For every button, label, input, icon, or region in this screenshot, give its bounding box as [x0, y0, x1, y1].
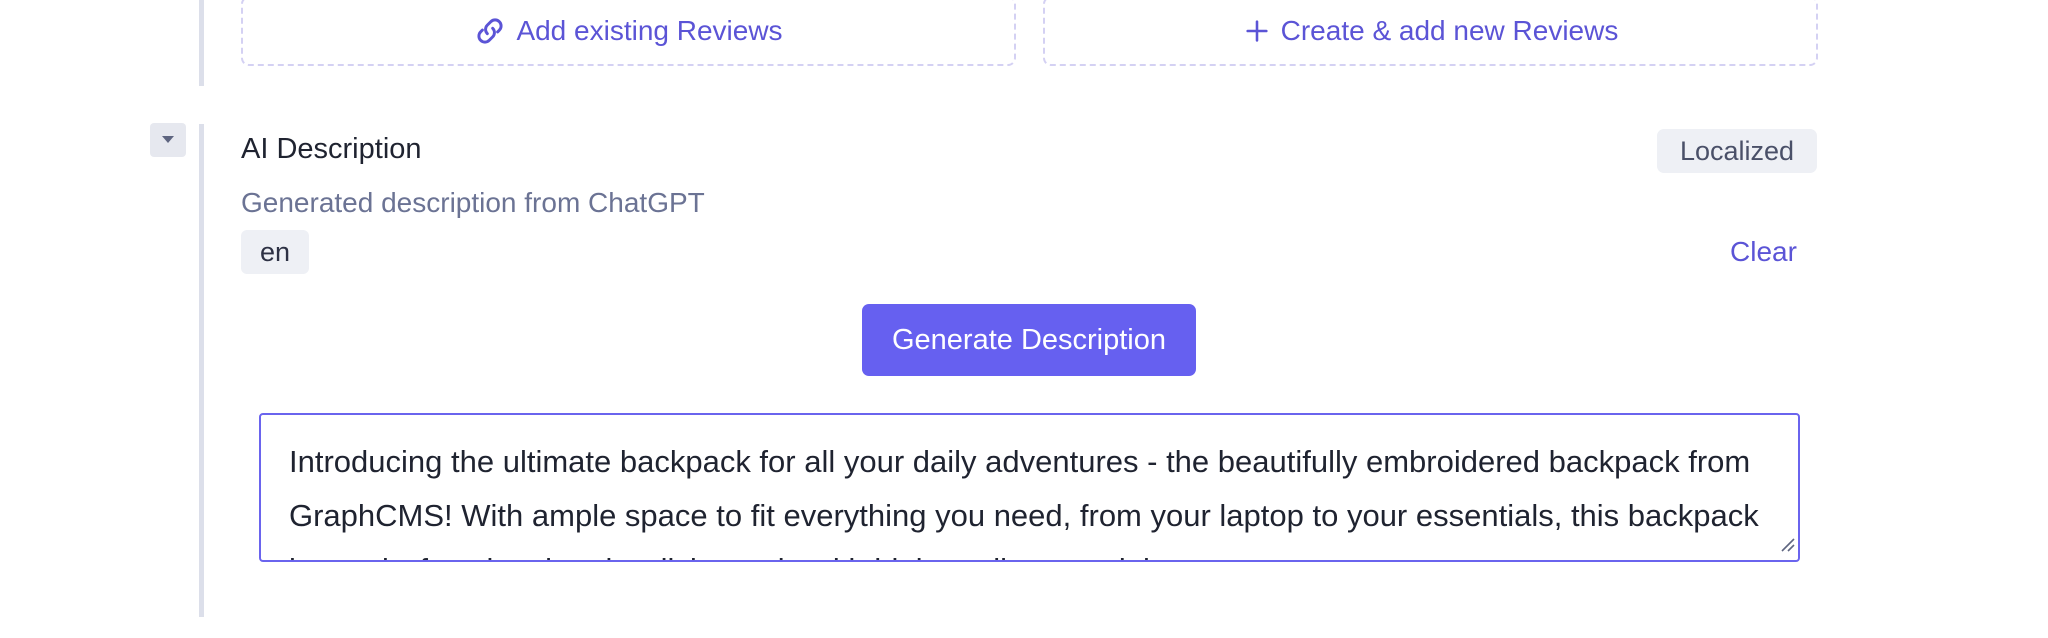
caret-down-icon [161, 131, 175, 149]
generate-description-button[interactable]: Generate Description [862, 304, 1196, 376]
section-left-border-top [199, 0, 204, 86]
plus-icon [1243, 17, 1271, 45]
add-existing-reviews-label: Add existing Reviews [516, 15, 783, 46]
description-textarea[interactable]: Introducing the ultimate backpack for al… [259, 413, 1800, 562]
collapse-field-button[interactable] [150, 123, 186, 157]
link-icon [474, 15, 506, 47]
field-description: Generated description from ChatGPT [241, 187, 705, 218]
field-title: AI Description [241, 133, 422, 165]
locale-badge: en [241, 230, 309, 274]
description-textarea-value: Introducing the ultimate backpack for al… [289, 444, 1759, 560]
section-left-border [199, 124, 204, 617]
localized-badge: Localized [1657, 129, 1817, 173]
create-new-reviews-label: Create & add new Reviews [1280, 15, 1619, 46]
create-new-reviews-button[interactable]: Create & add new Reviews [1043, 0, 1818, 66]
add-existing-reviews-button[interactable]: Add existing Reviews [241, 0, 1016, 66]
resize-handle-icon[interactable] [1776, 533, 1796, 558]
clear-button[interactable]: Clear [1730, 236, 1797, 268]
